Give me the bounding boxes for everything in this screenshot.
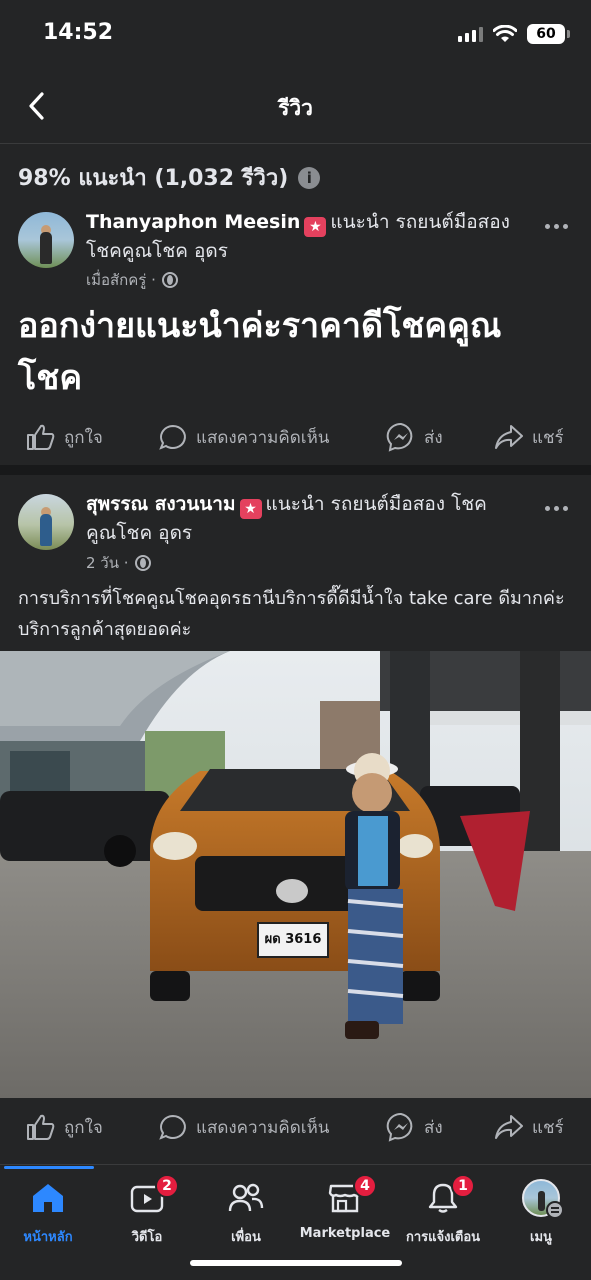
- tab-label: การแจ้งเตือน: [405, 1230, 481, 1245]
- comment-button[interactable]: แสดงความคิดเห็น: [158, 423, 329, 451]
- status-bar: 14:52 60: [0, 0, 591, 70]
- tab-video[interactable]: 2 วิดีโอ: [97, 1174, 197, 1248]
- send-button[interactable]: ส่ง: [386, 422, 443, 452]
- post-divider: [0, 465, 591, 475]
- notification-badge: 1: [451, 1174, 475, 1198]
- review-time: เมื่อสักครู่ ·: [86, 271, 156, 289]
- send-button[interactable]: ส่ง: [386, 1112, 443, 1142]
- review-header: Thanyaphon Meesin ★ แนะนำ รถยนต์มือสอง โชค…: [86, 208, 521, 266]
- like-label: ถูกใจ: [64, 427, 103, 448]
- page-name[interactable]: โชคคูณโชค อุดร: [86, 240, 228, 262]
- share-label: แชร์: [532, 1117, 564, 1138]
- author-name[interactable]: สุพรรณ สงวนนาม: [86, 493, 236, 515]
- page-title: รีวิว: [278, 96, 313, 120]
- notification-badge: 4: [353, 1174, 377, 1198]
- info-icon[interactable]: i: [298, 166, 321, 189]
- review-photo[interactable]: ผด 3616: [0, 651, 591, 1098]
- like-label: ถูกใจ: [64, 1117, 103, 1138]
- tab-label: วิดีโอ: [131, 1230, 163, 1245]
- review-body: การบริการที่โชคคูณโชคอุดรธานีบริการดี๊ดี…: [18, 588, 565, 640]
- menu-icon: [546, 1201, 564, 1219]
- comment-icon: [159, 1114, 186, 1140]
- send-label: ส่ง: [424, 1117, 443, 1138]
- send-label: ส่ง: [424, 427, 443, 448]
- tab-label: เพื่อน: [231, 1230, 261, 1245]
- review-body: ออกง่ายแนะนำค่ะราคาดีโชคคูณโชค: [18, 306, 502, 398]
- comment-button[interactable]: แสดงความคิดเห็น: [158, 1113, 329, 1141]
- messenger-icon: [386, 1112, 413, 1142]
- car-photo-illustration: ผด 3616: [0, 651, 591, 1098]
- status-time: 14:52: [43, 20, 114, 45]
- more-options-button[interactable]: [541, 216, 571, 236]
- tab-friends[interactable]: เพื่อน: [196, 1178, 296, 1248]
- review-meta: เมื่อสักครู่ ·: [86, 268, 178, 292]
- cellular-signal-icon: [458, 26, 483, 42]
- review-meta: 2 วัน ·: [86, 551, 151, 575]
- review-time: 2 วัน ·: [86, 554, 129, 572]
- globe-icon: [161, 272, 178, 288]
- tab-notifications[interactable]: 1 การแจ้งเตือน: [393, 1174, 493, 1248]
- share-icon: [495, 425, 523, 449]
- status-icons: 60: [458, 24, 570, 44]
- share-label: แชร์: [532, 427, 564, 448]
- home-icon: [33, 1184, 63, 1212]
- notification-badge: 2: [155, 1174, 179, 1198]
- recommend-text: แนะนำ รถยนต์มือสอง: [330, 211, 510, 233]
- nav-bar: รีวิว: [0, 70, 591, 144]
- review-summary: 98% แนะนำ (1,032 รีวิว) i: [18, 160, 321, 195]
- avatar[interactable]: [18, 494, 74, 550]
- active-tab-indicator: [4, 1166, 94, 1169]
- like-button[interactable]: ถูกใจ: [26, 1113, 103, 1141]
- battery-indicator: 60: [527, 24, 570, 44]
- tab-home[interactable]: หน้าหลัก: [0, 1178, 98, 1248]
- comment-label: แสดงความคิดเห็น: [196, 427, 330, 448]
- tab-label: Marketplace: [299, 1226, 391, 1241]
- share-button[interactable]: แชร์: [494, 423, 564, 451]
- messenger-icon: [386, 422, 413, 452]
- page-name[interactable]: คูณโชค อุดร: [86, 522, 192, 544]
- share-button[interactable]: แชร์: [494, 1113, 564, 1141]
- globe-icon: [134, 555, 151, 571]
- thumbs-up-icon: [27, 1114, 55, 1140]
- recommend-text: แนะนำ รถยนต์มือสอง โชค: [265, 493, 487, 515]
- home-indicator: [190, 1260, 402, 1266]
- tab-label: หน้าหลัก: [23, 1230, 73, 1245]
- tab-menu[interactable]: เมนู: [491, 1178, 591, 1248]
- tab-label: เมนู: [530, 1230, 552, 1245]
- review-header: สุพรรณ สงวนนาม ★ แนะนำ รถยนต์มือสอง โชค คู…: [86, 490, 521, 548]
- friends-icon: [228, 1183, 264, 1212]
- summary-text: 98% แนะนำ (1,032 รีวิว): [18, 166, 289, 191]
- action-row: ถูกใจ แสดงความคิดเห็น ส่ง แชร์: [0, 1097, 591, 1157]
- action-row: ถูกใจ แสดงความคิดเห็น ส่ง แชร์: [0, 407, 591, 467]
- thumbs-up-icon: [27, 424, 55, 450]
- license-plate: ผด 3616: [265, 932, 322, 947]
- recommend-badge-icon: ★: [304, 217, 327, 237]
- wifi-icon: [493, 25, 517, 42]
- recommend-badge-icon: ★: [239, 499, 262, 519]
- more-options-button[interactable]: [541, 498, 571, 518]
- comment-icon: [159, 424, 186, 450]
- avatar[interactable]: [18, 212, 74, 268]
- author-name[interactable]: Thanyaphon Meesin: [86, 211, 300, 233]
- comment-label: แสดงความคิดเห็น: [196, 1117, 330, 1138]
- share-icon: [495, 1115, 523, 1139]
- like-button[interactable]: ถูกใจ: [26, 423, 103, 451]
- tab-marketplace[interactable]: 4 Marketplace: [295, 1174, 395, 1248]
- profile-avatar: [522, 1179, 564, 1219]
